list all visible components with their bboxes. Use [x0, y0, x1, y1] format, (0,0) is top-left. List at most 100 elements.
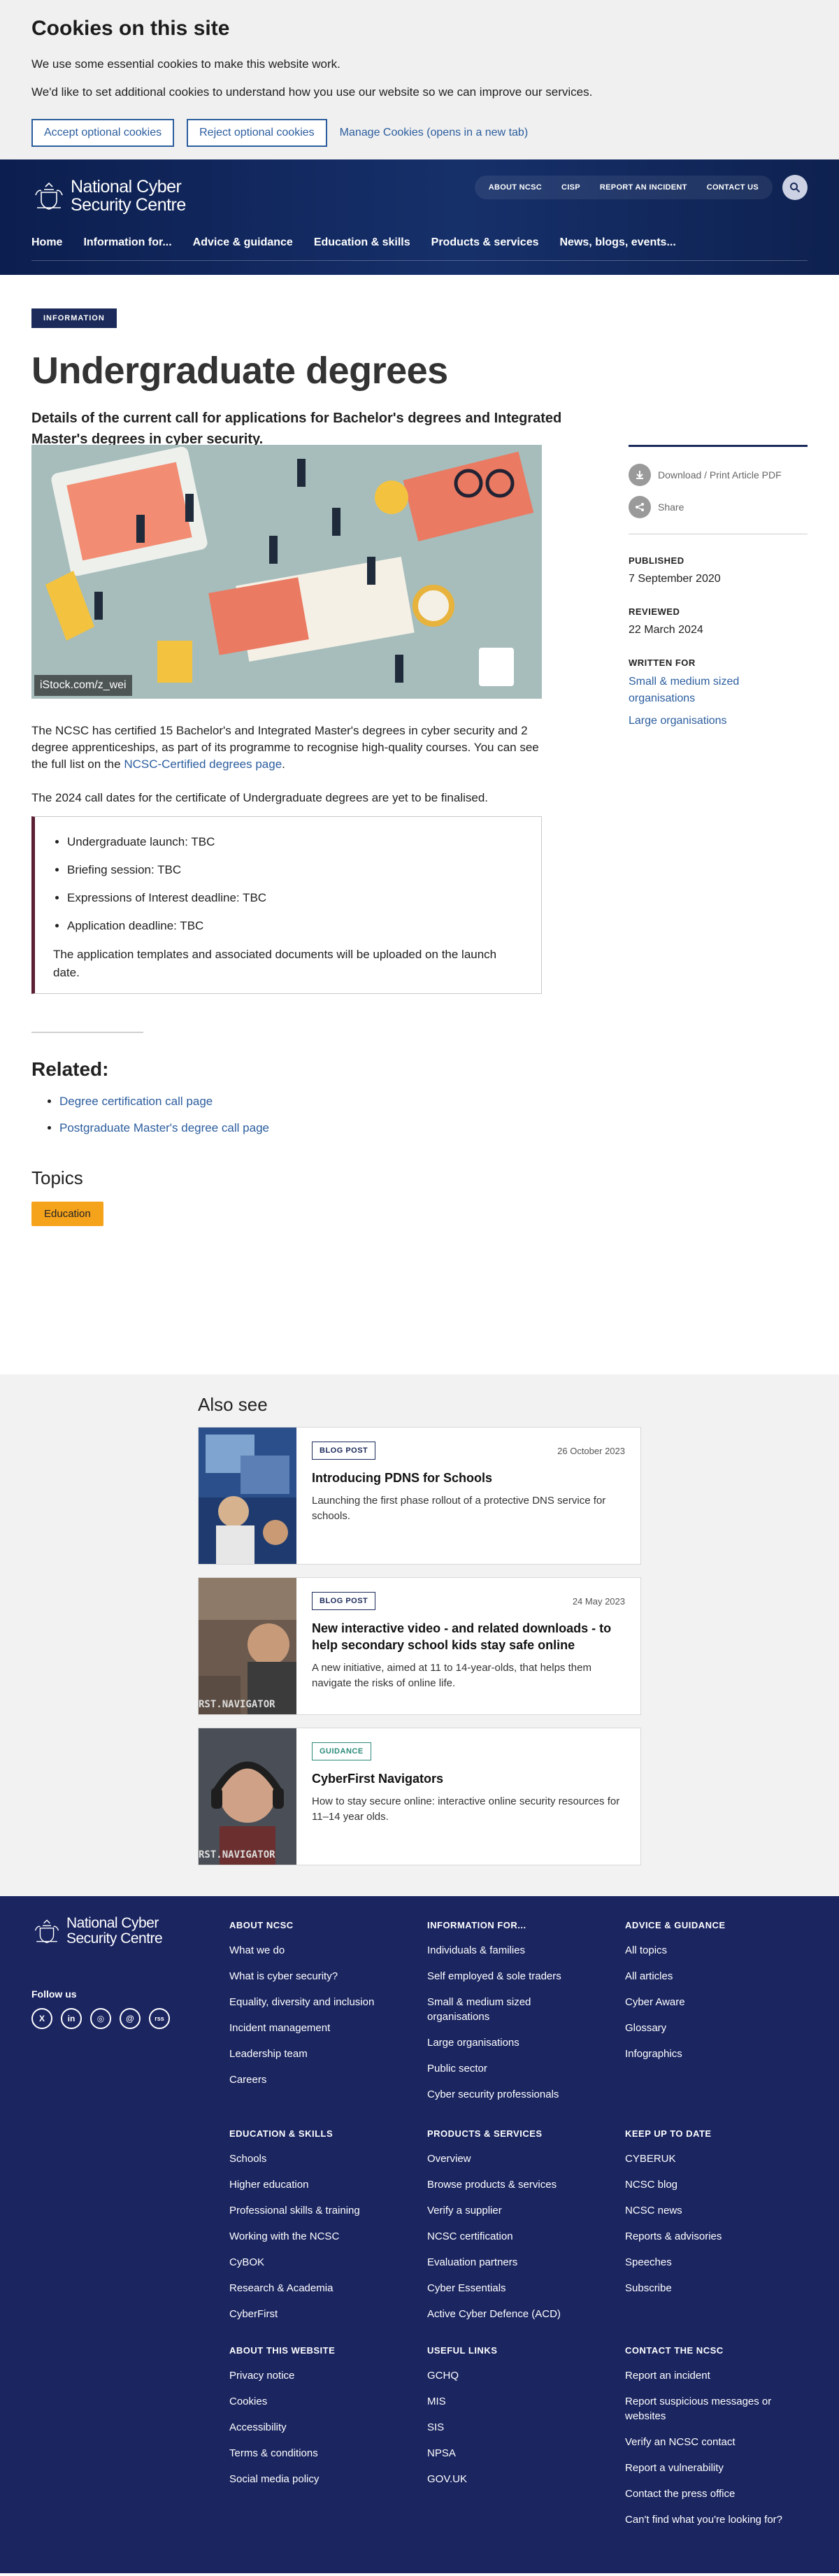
footer-link[interactable]: Large organisations: [427, 2035, 567, 2050]
footer-link[interactable]: Research & Academia: [229, 2281, 404, 2296]
nav-home[interactable]: Home: [31, 236, 62, 249]
footer-link[interactable]: Professional skills & training: [229, 2203, 404, 2218]
footer-link[interactable]: Cyber security professionals: [427, 2087, 567, 2102]
footer-link[interactable]: Cyber Aware: [625, 1995, 800, 2009]
footer-link[interactable]: NCSC blog: [625, 2177, 800, 2192]
footer-link[interactable]: Individuals & families: [427, 1943, 567, 1958]
x-twitter-icon[interactable]: X: [31, 2008, 52, 2029]
footer-link[interactable]: Careers: [229, 2072, 404, 2087]
util-link-contact[interactable]: CONTACT US: [707, 183, 759, 192]
footer-logo[interactable]: National Cyber Security Centre: [31, 1916, 163, 1947]
accept-cookies-button[interactable]: Accept optional cookies: [31, 119, 175, 147]
footer-link[interactable]: All articles: [625, 1969, 800, 1984]
royal-crest-icon: [34, 1919, 59, 1944]
footer-link[interactable]: CyBOK: [229, 2255, 404, 2270]
footer-link[interactable]: Schools: [229, 2151, 404, 2166]
download-pdf-button[interactable]: Download / Print Article PDF: [629, 464, 808, 486]
footer-link[interactable]: Evaluation partners: [427, 2255, 602, 2270]
footer-link[interactable]: All topics: [625, 1943, 800, 1958]
footer-link[interactable]: Leadership team: [229, 2047, 404, 2061]
search-button[interactable]: [782, 175, 808, 200]
footer-link[interactable]: CYBERUK: [625, 2151, 800, 2166]
footer-link[interactable]: GOV.UK: [427, 2472, 602, 2486]
footer-link[interactable]: NCSC certification: [427, 2229, 602, 2244]
footer-link[interactable]: NCSC news: [625, 2203, 800, 2218]
threads-icon[interactable]: @: [120, 2008, 141, 2029]
footer-link[interactable]: Self employed & sole traders: [427, 1969, 567, 1984]
nav-advice-guidance[interactable]: Advice & guidance: [193, 236, 293, 249]
footer-link[interactable]: GCHQ: [427, 2368, 602, 2383]
footer-link[interactable]: Active Cyber Defence (ACD): [427, 2307, 602, 2321]
footer-link[interactable]: Reports & advisories: [625, 2229, 800, 2244]
footer-link[interactable]: Browse products & services: [427, 2177, 602, 2192]
footer-link[interactable]: MIS: [427, 2394, 602, 2409]
footer-link[interactable]: NPSA: [427, 2446, 602, 2461]
published-date: 7 September 2020: [629, 573, 721, 585]
util-link-about[interactable]: ABOUT NCSC: [489, 183, 542, 192]
topic-tag-education[interactable]: Education: [31, 1202, 103, 1226]
footer-link[interactable]: Overview: [427, 2151, 602, 2166]
related-link-postgraduate[interactable]: Postgraduate Master's degree call page: [59, 1121, 269, 1134]
also-see-card[interactable]: RST.NAVIGATOR GUIDANCE CyberFirst Naviga…: [198, 1728, 641, 1865]
footer-link[interactable]: Contact the press office: [625, 2486, 786, 2501]
article-lede: Details of the current call for applicat…: [31, 411, 562, 447]
download-label: Download / Print Article PDF: [658, 469, 782, 481]
certified-degrees-link[interactable]: NCSC-Certified degrees page: [124, 757, 282, 771]
footer-link[interactable]: Terms & conditions: [229, 2446, 404, 2461]
related-link-degree-certification[interactable]: Degree certification call page: [59, 1095, 213, 1108]
footer-link[interactable]: Report an incident: [625, 2368, 786, 2383]
footer-link[interactable]: Can't find what you're looking for?: [625, 2512, 786, 2527]
footer-link[interactable]: Accessibility: [229, 2420, 404, 2435]
footer-link[interactable]: Public sector: [427, 2061, 567, 2076]
footer-link[interactable]: Equality, diversity and inclusion: [229, 1995, 404, 2009]
util-link-cisp[interactable]: CISP: [561, 183, 580, 192]
footer-link[interactable]: Small & medium sized organisations: [427, 1995, 567, 2024]
sidebar-top-rule: [629, 445, 808, 447]
footer-col-contact: CONTACT THE NCSC Report an incident Repo…: [625, 2345, 786, 2538]
card-image-text: RST.NAVIGATOR: [199, 1699, 275, 1710]
footer-link[interactable]: Glossary: [625, 2021, 800, 2035]
manage-cookies-link[interactable]: Manage Cookies (opens in a new tab): [340, 127, 529, 139]
card-image: RST.NAVIGATOR: [199, 1578, 296, 1714]
footer-link[interactable]: Social media policy: [229, 2472, 404, 2486]
footer-link[interactable]: Subscribe: [625, 2281, 800, 2296]
card-image-text: RST.NAVIGATOR: [199, 1849, 275, 1860]
footer-link[interactable]: What we do: [229, 1943, 404, 1958]
footer-link[interactable]: Higher education: [229, 2177, 404, 2192]
nav-products-services[interactable]: Products & services: [431, 236, 539, 249]
written-for-large-link[interactable]: Large organisations: [629, 713, 808, 730]
footer-link[interactable]: Privacy notice: [229, 2368, 404, 2383]
cookie-text-essential: We use some essential cookies to make th…: [31, 57, 340, 71]
footer-link[interactable]: Infographics: [625, 2047, 800, 2061]
footer-link[interactable]: Report a vulnerability: [625, 2461, 786, 2475]
also-see-card[interactable]: RST.NAVIGATOR BLOG POST 24 May 2023 New …: [198, 1577, 641, 1715]
nav-education-skills[interactable]: Education & skills: [314, 236, 410, 249]
footer-link[interactable]: Incident management: [229, 2021, 404, 2035]
footer-link[interactable]: What is cyber security?: [229, 1969, 404, 1984]
ncsc-logo[interactable]: National Cyber Security Centre: [31, 178, 186, 214]
footer-link[interactable]: Speeches: [625, 2255, 800, 2270]
util-link-report[interactable]: REPORT AN INCIDENT: [600, 183, 687, 192]
footer-link[interactable]: SIS: [427, 2420, 602, 2435]
footer-link[interactable]: CyberFirst: [229, 2307, 404, 2321]
also-see-card[interactable]: BLOG POST 26 October 2023 Introducing PD…: [198, 1427, 641, 1565]
written-for-sme-link[interactable]: Small & medium sized organisations: [629, 674, 768, 707]
footer-link[interactable]: Verify a supplier: [427, 2203, 602, 2218]
nav-news-blogs-events[interactable]: News, blogs, events...: [560, 236, 676, 249]
footer-col-keep-up-to-date: KEEP UP TO DATE CYBERUK NCSC blog NCSC n…: [625, 2128, 800, 2307]
footer-link[interactable]: Verify an NCSC contact: [625, 2435, 786, 2449]
footer-logo-line-2: Security Centre: [66, 1930, 163, 1947]
rss-icon[interactable]: rss: [149, 2008, 170, 2029]
card-description: Launching the first phase rollout of a p…: [312, 1495, 606, 1522]
nav-information-for[interactable]: Information for...: [83, 236, 171, 249]
footer-link[interactable]: Cookies: [229, 2394, 404, 2409]
footer-link[interactable]: Cyber Essentials: [427, 2281, 602, 2296]
share-button[interactable]: Share: [629, 496, 808, 518]
reject-cookies-button[interactable]: Reject optional cookies: [187, 119, 327, 147]
linkedin-icon[interactable]: in: [61, 2008, 82, 2029]
footer-link[interactable]: Report suspicious messages or websites: [625, 2394, 786, 2424]
footer-link[interactable]: Working with the NCSC: [229, 2229, 404, 2244]
nav-divider: [31, 260, 808, 261]
footer-col-education-skills: EDUCATION & SKILLS Schools Higher educat…: [229, 2128, 404, 2333]
instagram-icon[interactable]: ◎: [90, 2008, 111, 2029]
